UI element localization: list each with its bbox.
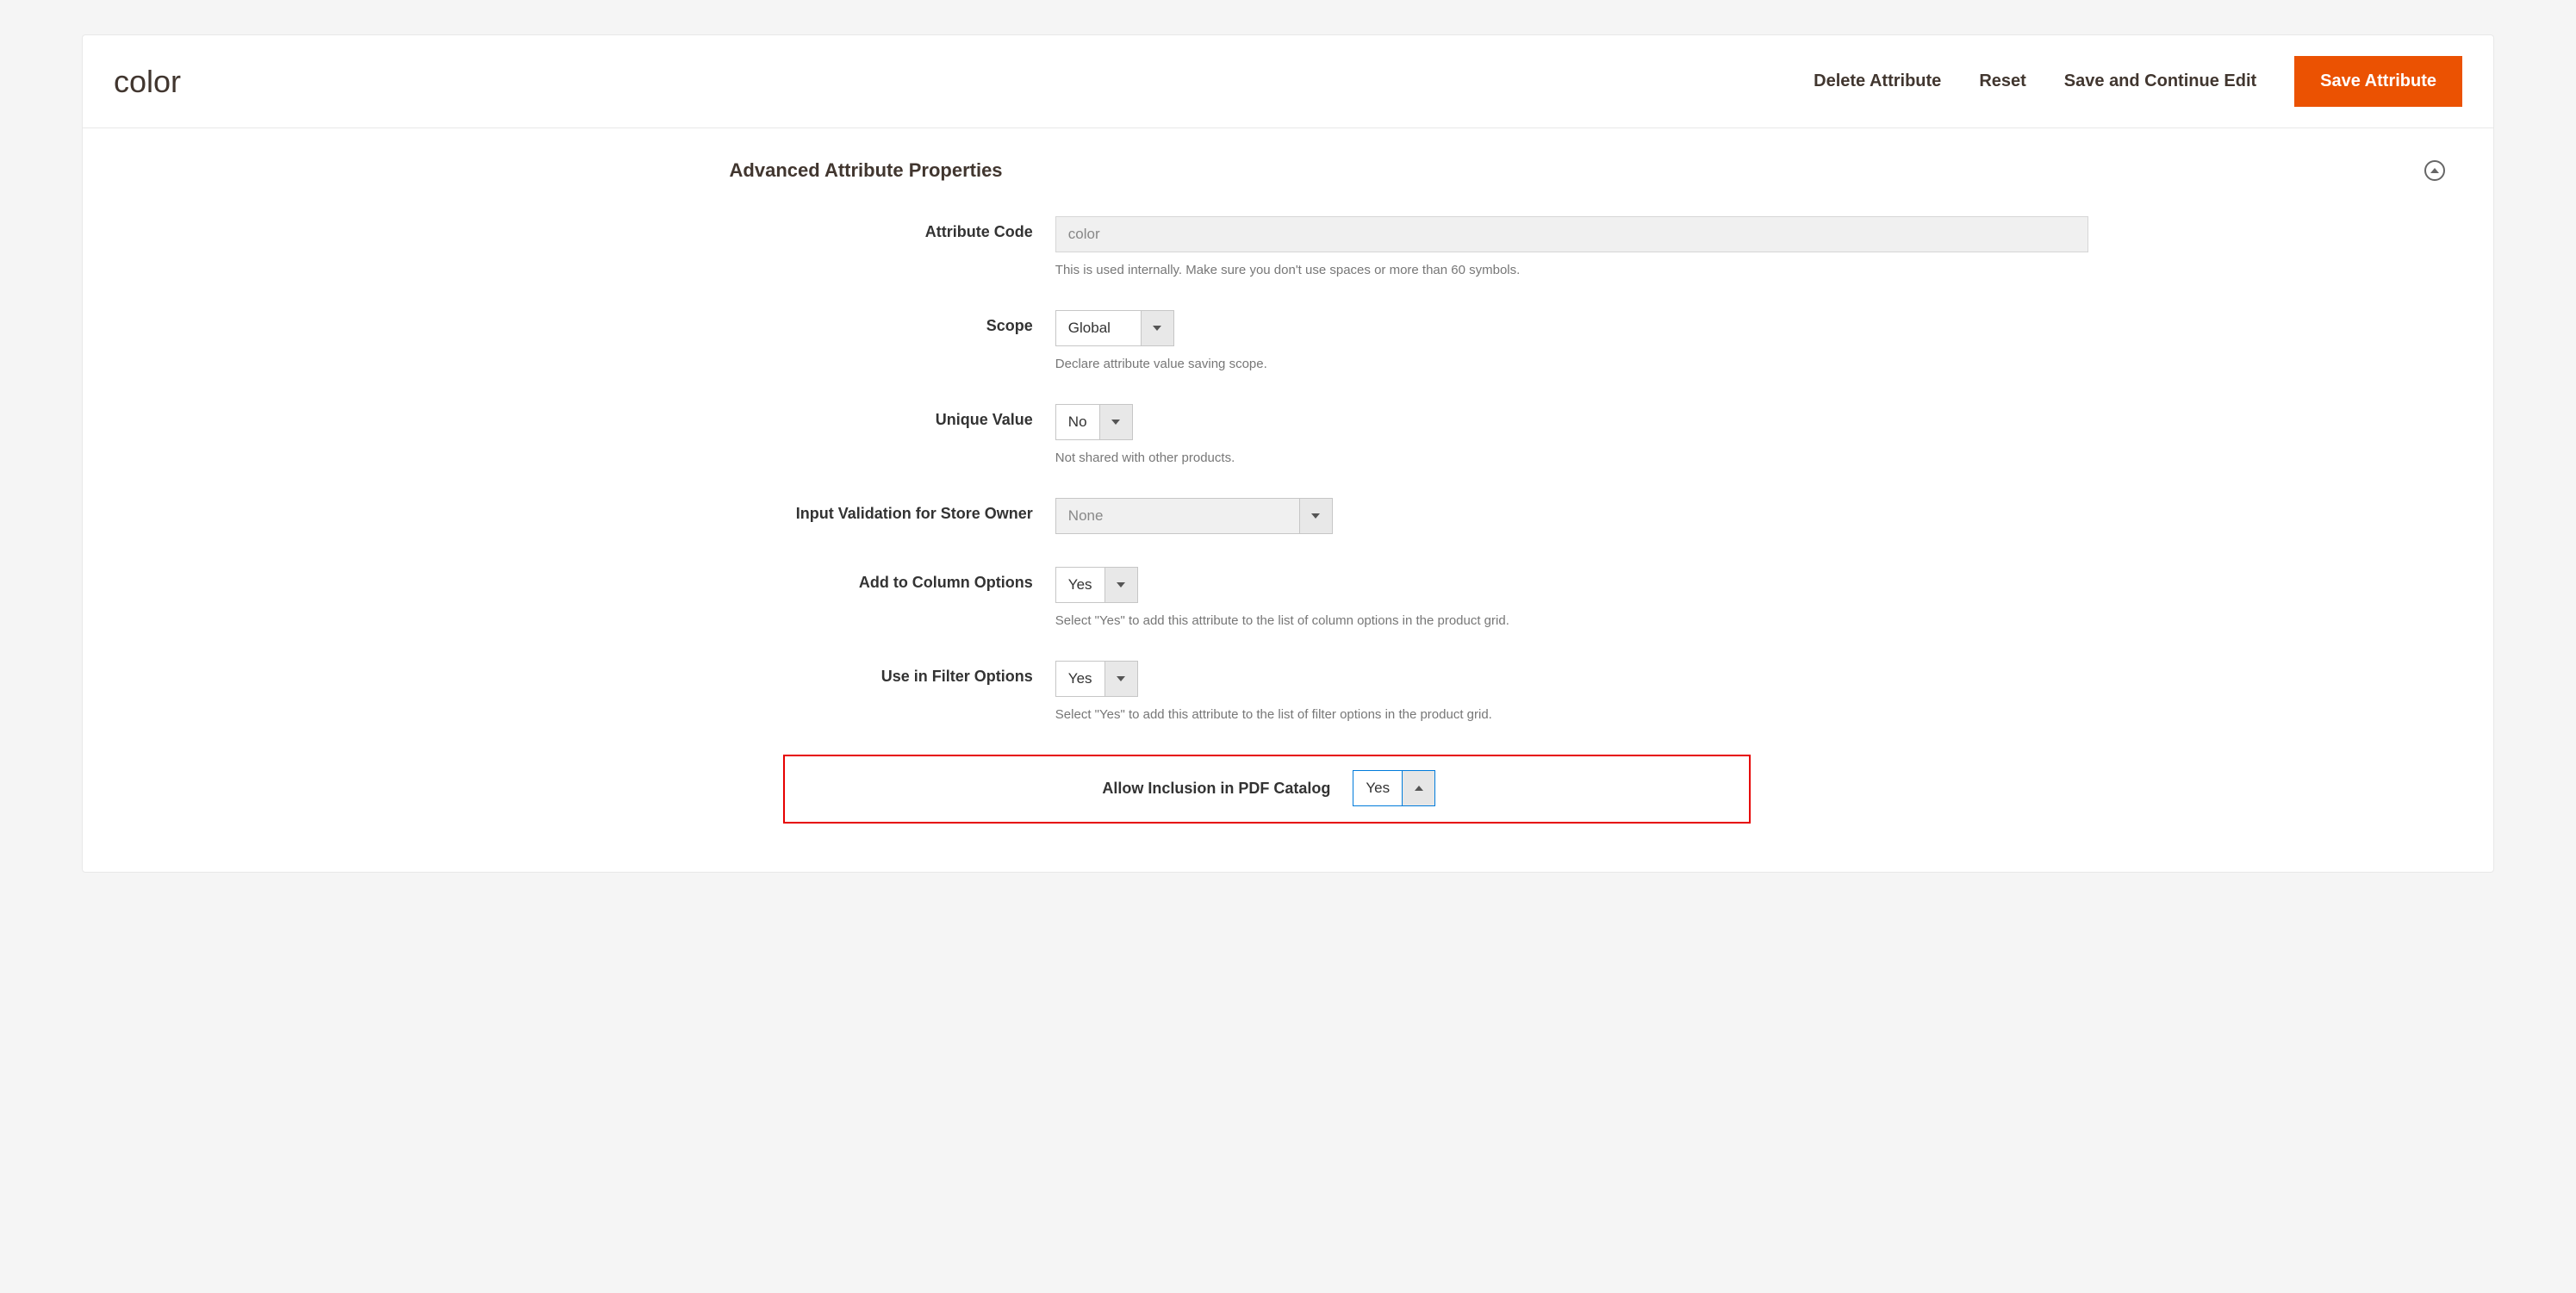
label-add-to-column: Add to Column Options — [124, 567, 1055, 592]
page-title: color — [114, 64, 181, 100]
content-area: Advanced Attribute Properties Attribute … — [83, 128, 2493, 872]
label-attribute-code: Attribute Code — [124, 216, 1055, 241]
save-attribute-button[interactable]: Save Attribute — [2294, 56, 2462, 107]
input-validation-value: None — [1056, 499, 1299, 533]
note-add-to-column: Select "Yes" to add this attribute to th… — [1055, 613, 2452, 628]
row-use-in-filter: Use in Filter Options Yes Select "Yes" t… — [124, 661, 2452, 722]
input-validation-select: None — [1055, 498, 1333, 534]
chevron-down-icon — [1104, 568, 1137, 602]
chevron-down-icon — [1099, 405, 1132, 439]
row-unique-value: Unique Value No Not shared with other pr… — [124, 404, 2452, 465]
add-to-column-value: Yes — [1056, 568, 1104, 602]
section-header: Advanced Attribute Properties — [730, 159, 2452, 182]
row-scope: Scope Global Declare attribute value sav… — [124, 310, 2452, 371]
chevron-up-icon — [1402, 771, 1434, 805]
row-attribute-code: Attribute Code This is used internally. … — [124, 216, 2452, 277]
note-attribute-code: This is used internally. Make sure you d… — [1055, 263, 2452, 277]
chevron-down-icon — [1299, 499, 1332, 533]
attribute-edit-card: color Delete Attribute Reset Save and Co… — [82, 34, 2494, 873]
scope-value: Global — [1056, 311, 1141, 345]
label-allow-pdf: Allow Inclusion in PDF Catalog — [800, 778, 1353, 799]
use-in-filter-select[interactable]: Yes — [1055, 661, 1138, 697]
unique-value-select[interactable]: No — [1055, 404, 1133, 440]
allow-pdf-select[interactable]: Yes — [1353, 770, 1435, 806]
unique-value-value: No — [1056, 405, 1099, 439]
row-input-validation: Input Validation for Store Owner None — [124, 498, 2452, 534]
chevron-down-icon — [1141, 311, 1173, 345]
reset-button[interactable]: Reset — [1979, 71, 2025, 91]
save-continue-button[interactable]: Save and Continue Edit — [2064, 71, 2256, 91]
note-use-in-filter: Select "Yes" to add this attribute to th… — [1055, 707, 2452, 722]
add-to-column-select[interactable]: Yes — [1055, 567, 1138, 603]
chevron-down-icon — [1104, 662, 1137, 696]
label-scope: Scope — [124, 310, 1055, 335]
row-allow-pdf: Allow Inclusion in PDF Catalog Yes — [783, 755, 2452, 824]
header-actions: Delete Attribute Reset Save and Continue… — [1814, 56, 2462, 107]
delete-attribute-button[interactable]: Delete Attribute — [1814, 71, 1941, 91]
page-header: color Delete Attribute Reset Save and Co… — [83, 35, 2493, 128]
row-add-to-column: Add to Column Options Yes Select "Yes" t… — [124, 567, 2452, 628]
note-scope: Declare attribute value saving scope. — [1055, 357, 2452, 371]
note-unique-value: Not shared with other products. — [1055, 451, 2452, 465]
scope-select[interactable]: Global — [1055, 310, 1174, 346]
label-unique-value: Unique Value — [124, 404, 1055, 429]
attribute-code-input — [1055, 216, 2089, 252]
highlight-allow-pdf: Allow Inclusion in PDF Catalog Yes — [783, 755, 1752, 824]
use-in-filter-value: Yes — [1056, 662, 1104, 696]
allow-pdf-value: Yes — [1353, 771, 1402, 805]
section-title: Advanced Attribute Properties — [730, 159, 1003, 182]
collapse-icon[interactable] — [2424, 160, 2445, 181]
label-use-in-filter: Use in Filter Options — [124, 661, 1055, 686]
label-input-validation: Input Validation for Store Owner — [124, 498, 1055, 523]
